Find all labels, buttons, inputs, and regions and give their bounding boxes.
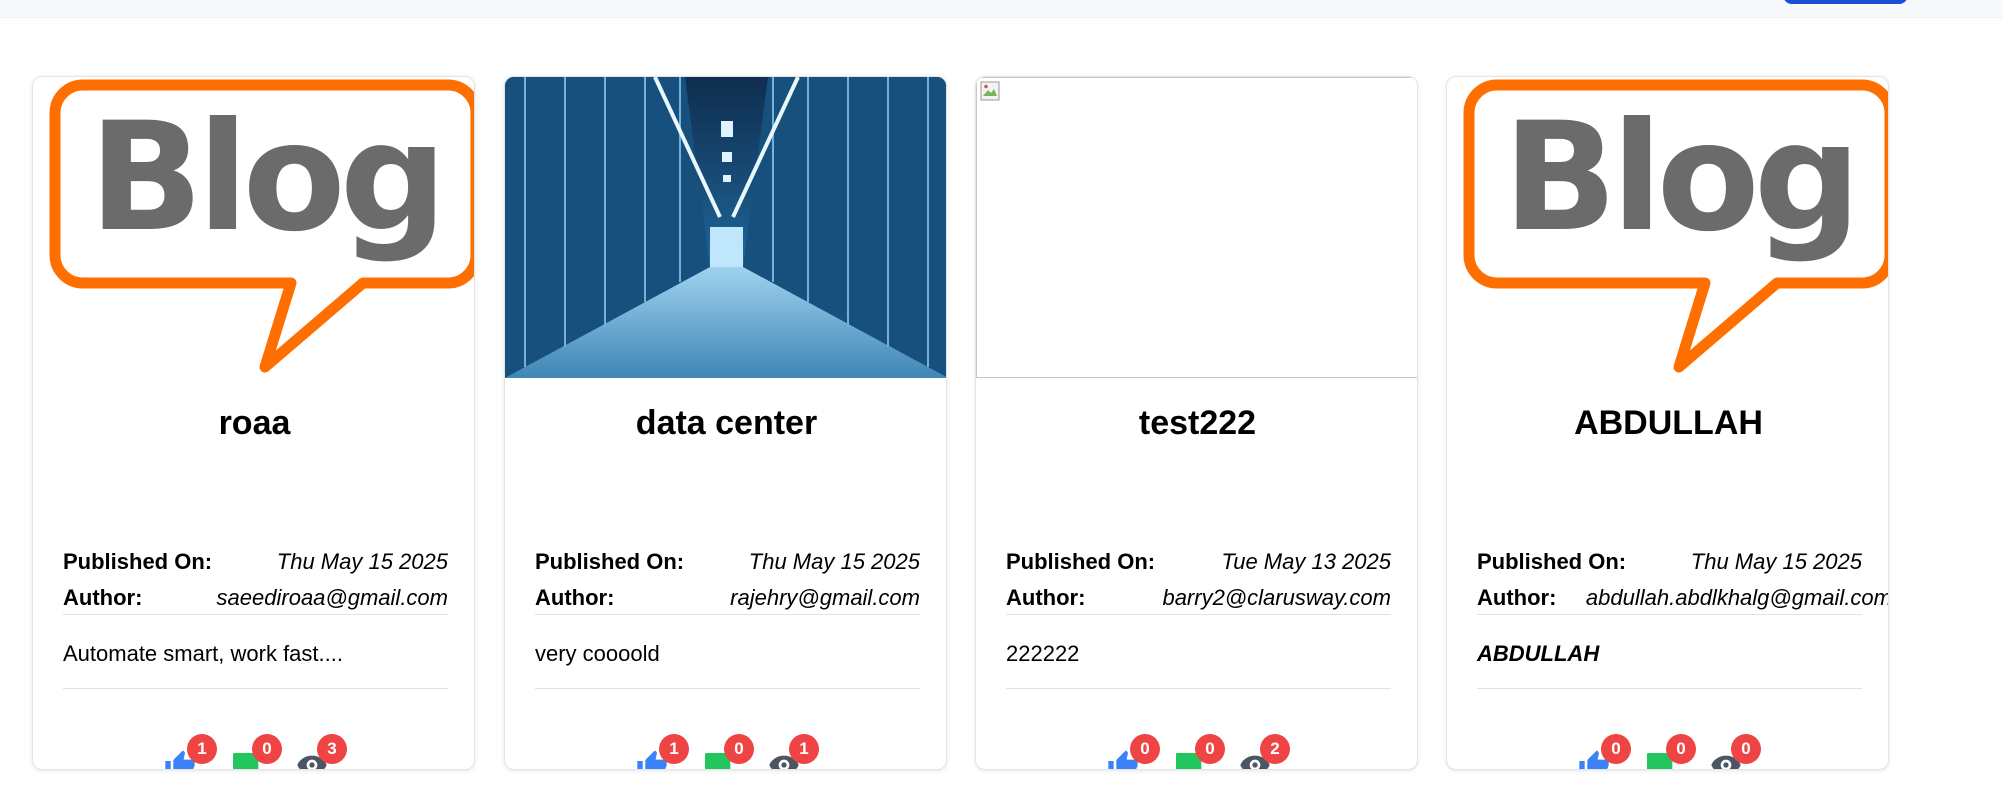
comments-count-badge: 0 [1195, 734, 1225, 764]
published-date: Thu May 15 2025 [1690, 549, 1862, 574]
comment-button[interactable]: 0 [1642, 727, 1702, 769]
published-label: Published On: [63, 549, 213, 574]
top-navbar [0, 0, 2002, 18]
author-row: Author: abdullah.abdlkhalg@gmail.com [1477, 583, 1888, 613]
content-divider [535, 688, 920, 689]
comment-button[interactable]: 0 [1171, 727, 1231, 769]
blog-card[interactable]: data center Published On: Thu May 15 202… [504, 76, 947, 770]
blog-card[interactable]: test222 Published On: Tue May 13 2025 Au… [975, 76, 1418, 770]
comments-count-badge: 0 [252, 734, 282, 764]
view-button[interactable]: 1 [765, 727, 825, 769]
like-button[interactable]: 1 [635, 727, 695, 769]
card-title[interactable]: ABDULLAH [1447, 403, 1888, 443]
author-email: abdullah.abdlkhalg@gmail.com [1585, 585, 1889, 610]
card-content: 222222 [1006, 641, 1080, 666]
published-label: Published On: [1006, 549, 1156, 574]
card-actions: 0 0 2 [1106, 727, 1296, 769]
svg-text:Blog: Blog [1503, 91, 1855, 265]
view-button[interactable]: 0 [1707, 727, 1767, 769]
blog-card[interactable]: Blog roaa Published On: Thu May 15 2025 … [32, 76, 475, 770]
meta-divider [1477, 614, 1862, 615]
navbar-button[interactable] [1783, 0, 1908, 4]
card-actions: 1 0 1 [635, 727, 825, 769]
comments-count-badge: 0 [724, 734, 754, 764]
meta-divider [63, 614, 448, 615]
data-center-image [505, 77, 946, 378]
svg-text:Blog: Blog [89, 91, 441, 265]
views-count-badge: 0 [1731, 734, 1761, 764]
comment-button[interactable]: 0 [700, 727, 760, 769]
broken-image-icon [980, 81, 1000, 101]
likes-count-badge: 1 [187, 734, 217, 764]
blog-logo-image: Blog [1447, 77, 1888, 378]
like-button[interactable]: 0 [1106, 727, 1166, 769]
published-label: Published On: [1477, 549, 1627, 574]
card-content: ABDULLAH [1477, 641, 1600, 666]
likes-count-badge: 1 [659, 734, 689, 764]
card-actions: 0 0 0 [1577, 727, 1767, 769]
views-count-badge: 2 [1260, 734, 1290, 764]
blog-logo-image: Blog [33, 77, 474, 378]
author-email: saeediroaa@gmail.com [216, 585, 448, 610]
comments-count-badge: 0 [1666, 734, 1696, 764]
card-content: very coooold [535, 641, 660, 666]
comment-button[interactable]: 0 [228, 727, 288, 769]
published-row: Published On: Tue May 13 2025 [1006, 547, 1391, 577]
author-row: Author: barry2@clarusway.com [1006, 583, 1391, 613]
views-count-badge: 3 [317, 734, 347, 764]
card-title[interactable]: roaa [33, 403, 474, 443]
card-image [976, 77, 1417, 378]
content-divider [1477, 688, 1862, 689]
card-actions: 1 0 3 [163, 727, 353, 769]
published-date: Thu May 15 2025 [748, 549, 920, 574]
likes-count-badge: 0 [1601, 734, 1631, 764]
blog-card[interactable]: Blog ABDULLAH Published On: Thu May 15 2… [1446, 76, 1889, 770]
content-divider [63, 688, 448, 689]
view-button[interactable]: 2 [1236, 727, 1296, 769]
author-email: barry2@clarusway.com [1162, 585, 1391, 610]
views-count-badge: 1 [789, 734, 819, 764]
card-title[interactable]: data center [505, 403, 946, 443]
author-label: Author: [535, 585, 615, 610]
meta-divider [1006, 614, 1391, 615]
author-label: Author: [63, 585, 143, 610]
published-row: Published On: Thu May 15 2025 [535, 547, 920, 577]
published-date: Thu May 15 2025 [276, 549, 448, 574]
published-label: Published On: [535, 549, 685, 574]
published-date: Tue May 13 2025 [1221, 549, 1391, 574]
card-title[interactable]: test222 [976, 403, 1417, 443]
author-label: Author: [1006, 585, 1086, 610]
author-email: rajehry@gmail.com [730, 585, 920, 610]
view-button[interactable]: 3 [293, 727, 353, 769]
published-row: Published On: Thu May 15 2025 [63, 547, 448, 577]
author-row: Author: rajehry@gmail.com [535, 583, 920, 613]
published-row: Published On: Thu May 15 2025 [1477, 547, 1862, 577]
content-divider [1006, 688, 1391, 689]
author-row: Author: saeediroaa@gmail.com [63, 583, 448, 613]
meta-divider [535, 614, 920, 615]
card-content: Automate smart, work fast.... [63, 641, 343, 666]
likes-count-badge: 0 [1130, 734, 1160, 764]
like-button[interactable]: 1 [163, 727, 223, 769]
broken-image-placeholder [976, 77, 1417, 378]
like-button[interactable]: 0 [1577, 727, 1637, 769]
author-label: Author: [1477, 585, 1557, 610]
